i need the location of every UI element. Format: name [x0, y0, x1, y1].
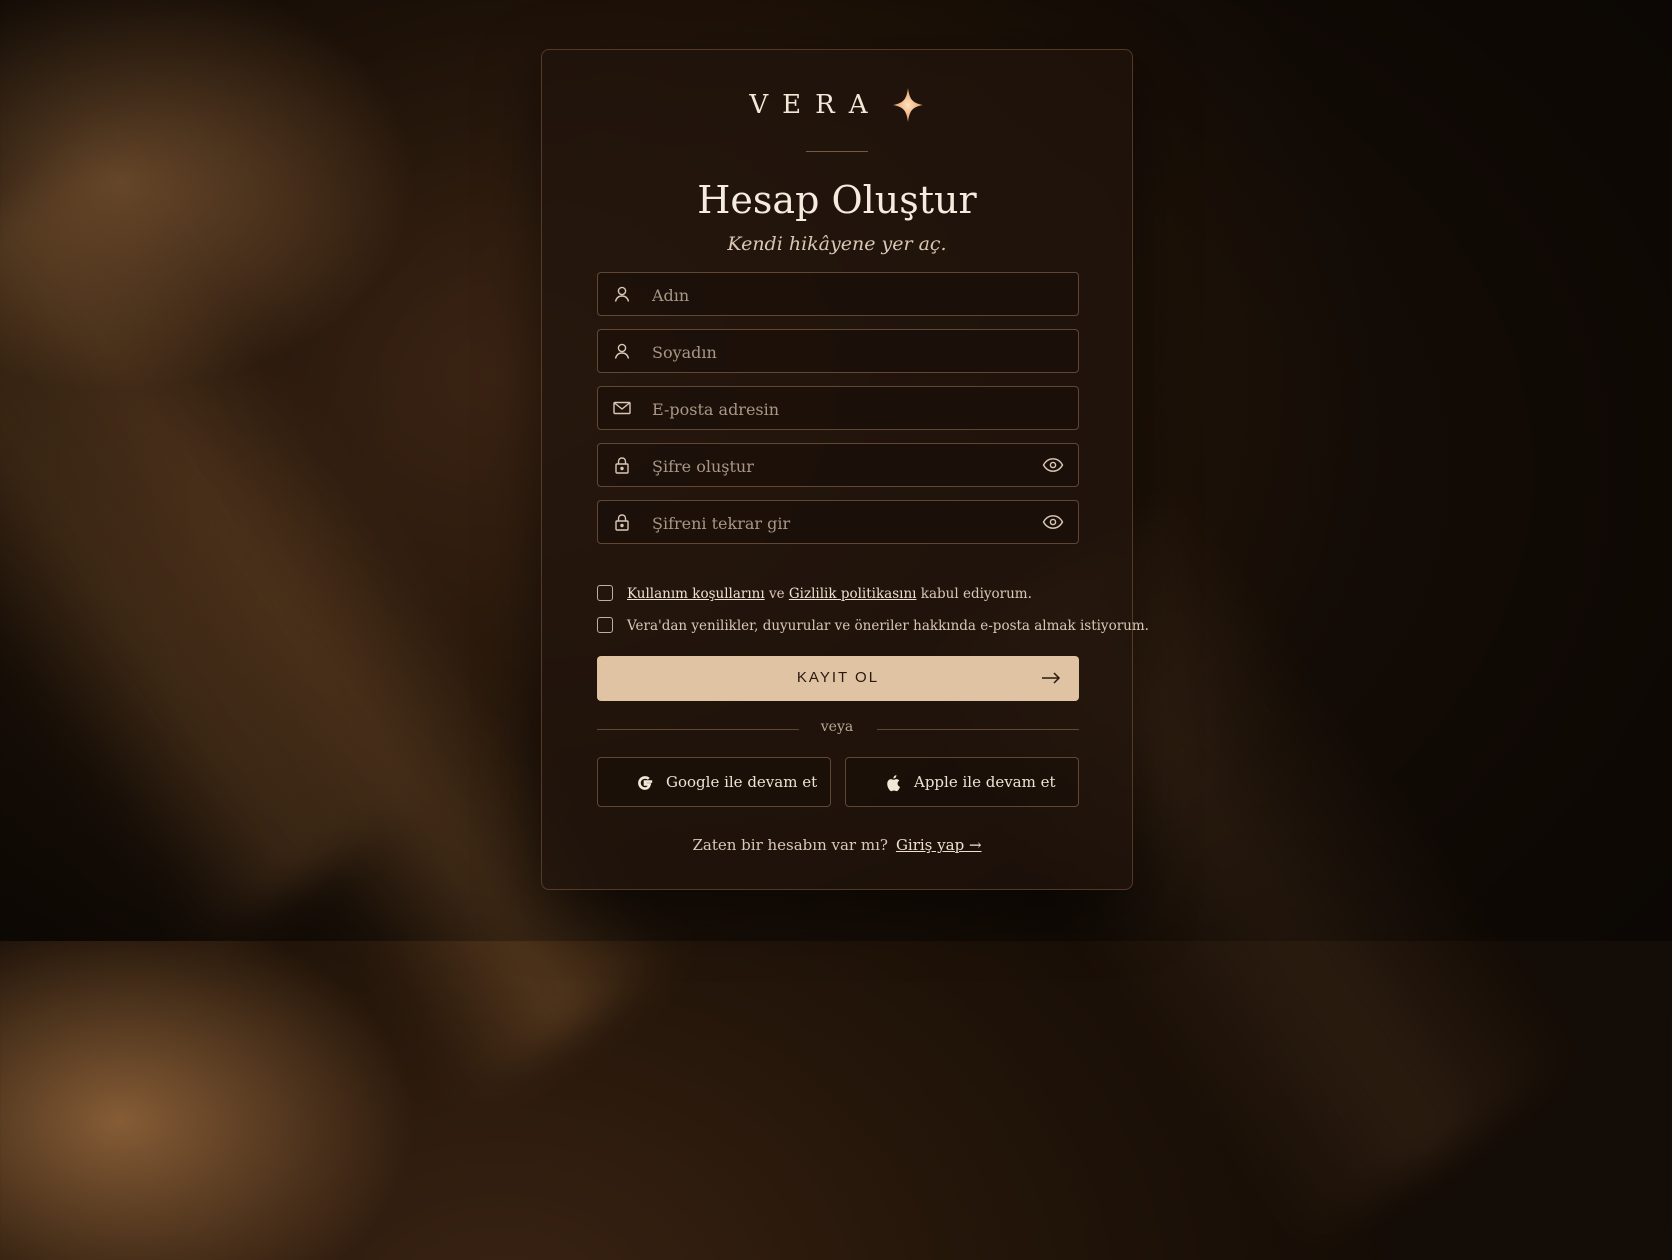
email-field[interactable]	[597, 386, 1079, 431]
terms-link[interactable]: Kullanım koşullarını	[627, 586, 765, 602]
page-subtitle: Kendi hikâyene yer aç.	[727, 233, 947, 255]
last-name-input[interactable]	[650, 330, 1024, 374]
login-question: Zaten bir hesabın var mı?	[692, 836, 888, 854]
google-icon	[638, 776, 653, 790]
consent-and-word: ve	[768, 586, 785, 602]
apple-signin-label: Apple ile devam et	[914, 773, 1056, 791]
signup-card: VERA Hesap Oluştur Kendi hikâyene yer aç…	[541, 49, 1149, 890]
apple-signin-button[interactable]: Apple ile devam et	[845, 757, 1079, 807]
window-light-ray	[0, 66, 415, 954]
user-icon	[614, 343, 630, 359]
first-name-field[interactable]	[597, 272, 1079, 317]
register-button[interactable]: KAYIT OL	[597, 656, 1079, 701]
separator-line-right	[877, 729, 1079, 730]
consent-accept-suffix: kabul ediyorum.	[920, 586, 1032, 602]
separator-label: veya	[820, 719, 854, 735]
apple-icon	[887, 775, 901, 792]
terms-consent-text: Kullanım koşullarını ve Gizlilik politik…	[627, 584, 1032, 604]
google-signin-label: Google ile devam et	[666, 773, 818, 791]
password-field[interactable]	[597, 443, 1079, 488]
logo-divider	[806, 151, 868, 152]
brand-name: VERA	[749, 90, 882, 120]
eye-icon[interactable]	[1042, 512, 1064, 532]
arrow-right-icon	[1042, 672, 1061, 684]
last-name-field[interactable]	[597, 329, 1079, 374]
eye-icon[interactable]	[1042, 455, 1064, 475]
password-confirm-field[interactable]	[597, 500, 1079, 545]
mail-icon	[613, 401, 631, 415]
password-confirm-input[interactable]	[650, 501, 1024, 545]
password-input[interactable]	[650, 444, 1024, 488]
sparkle-icon	[892, 88, 923, 122]
user-icon	[614, 286, 630, 302]
brand-logo: VERA	[542, 86, 1132, 134]
first-name-input[interactable]	[650, 273, 1024, 317]
login-link[interactable]: Giriş yap →	[896, 836, 982, 854]
register-button-label: KAYIT OL	[796, 669, 880, 686]
newsletter-consent-text: Vera'dan yenilikler, duyurular ve öneril…	[627, 618, 1149, 634]
page-title: Hesap Oluştur	[697, 178, 977, 222]
email-input[interactable]	[650, 387, 1024, 431]
lock-icon	[615, 457, 629, 474]
lock-icon	[615, 514, 629, 531]
privacy-link[interactable]: Gizlilik politikasını	[789, 586, 917, 602]
google-signin-button[interactable]: Google ile devam et	[597, 757, 831, 807]
login-prompt: Zaten bir hesabın var mı? Giriş yap →	[542, 836, 1132, 854]
terms-checkbox[interactable]	[597, 585, 613, 601]
newsletter-checkbox[interactable]	[597, 617, 613, 633]
